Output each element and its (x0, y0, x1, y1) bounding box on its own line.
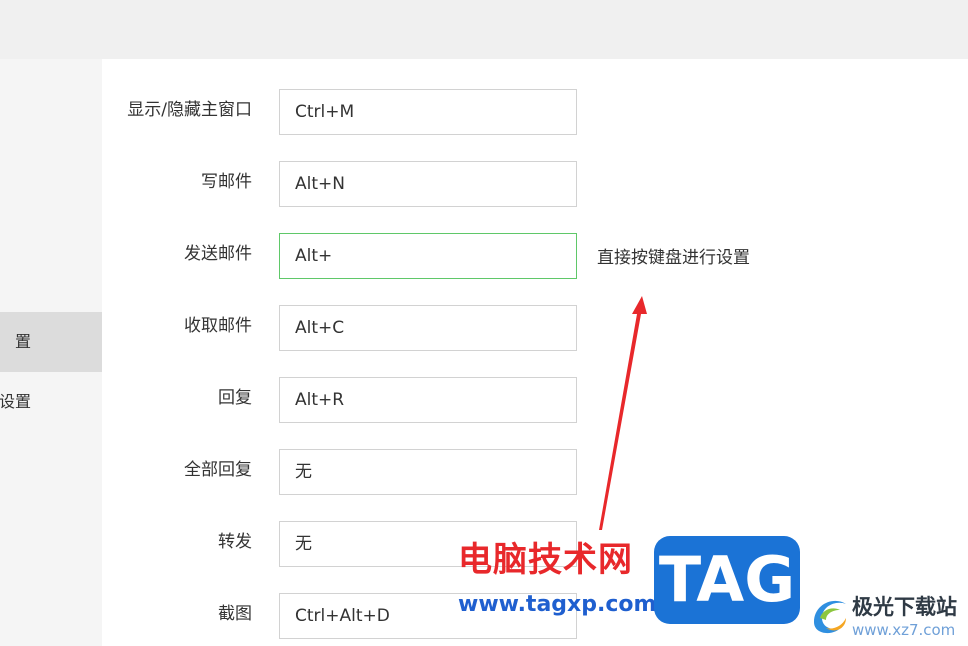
shortcut-label-receive: 收取邮件 (184, 316, 252, 336)
shortcut-label-forward: 转发 (218, 532, 252, 552)
site-badge: 极光下载站 www.xz7.com (808, 588, 968, 646)
top-bar (0, 0, 968, 59)
sidebar-item-settings[interactable]: 设置 (0, 372, 102, 432)
sidebar: 置 设置 (0, 59, 102, 646)
shortcut-label-reply: 回复 (218, 388, 252, 408)
shortcut-input-reply-all[interactable]: 无 (279, 449, 577, 495)
shortcut-input-toggle-window[interactable]: Ctrl+M (279, 89, 577, 135)
shortcut-input-compose[interactable]: Alt+N (279, 161, 577, 207)
tag-logo-text: TAG (658, 543, 796, 616)
site-name: 极光下载站 (852, 595, 957, 619)
sidebar-item-label: 设置 (0, 392, 31, 411)
shortcut-input-receive[interactable]: Alt+C (279, 305, 577, 351)
shortcut-input-send[interactable]: Alt+ (279, 233, 577, 279)
watermark-url: www.tagxp.com (458, 592, 657, 617)
annotation-arrow-icon (599, 296, 647, 530)
shortcut-label-compose: 写邮件 (201, 172, 252, 192)
shortcut-input-reply[interactable]: Alt+R (279, 377, 577, 423)
site-url: www.xz7.com (852, 621, 956, 639)
tag-logo: TAG (654, 536, 800, 624)
sidebar-item-label: 置 (14, 332, 31, 351)
sidebar-item-shortcut-settings[interactable]: 置 (0, 312, 102, 372)
shortcut-label-reply-all: 全部回复 (184, 460, 252, 480)
watermark-title: 电脑技术网 (458, 540, 633, 580)
annotation-hint: 直接按键盘进行设置 (597, 248, 750, 268)
swirl-logo-icon (814, 600, 846, 634)
shortcut-label-send: 发送邮件 (184, 244, 252, 264)
shortcut-label-screenshot: 截图 (218, 604, 252, 624)
shortcut-label-toggle-window: 显示/隐藏主窗口 (127, 100, 252, 120)
